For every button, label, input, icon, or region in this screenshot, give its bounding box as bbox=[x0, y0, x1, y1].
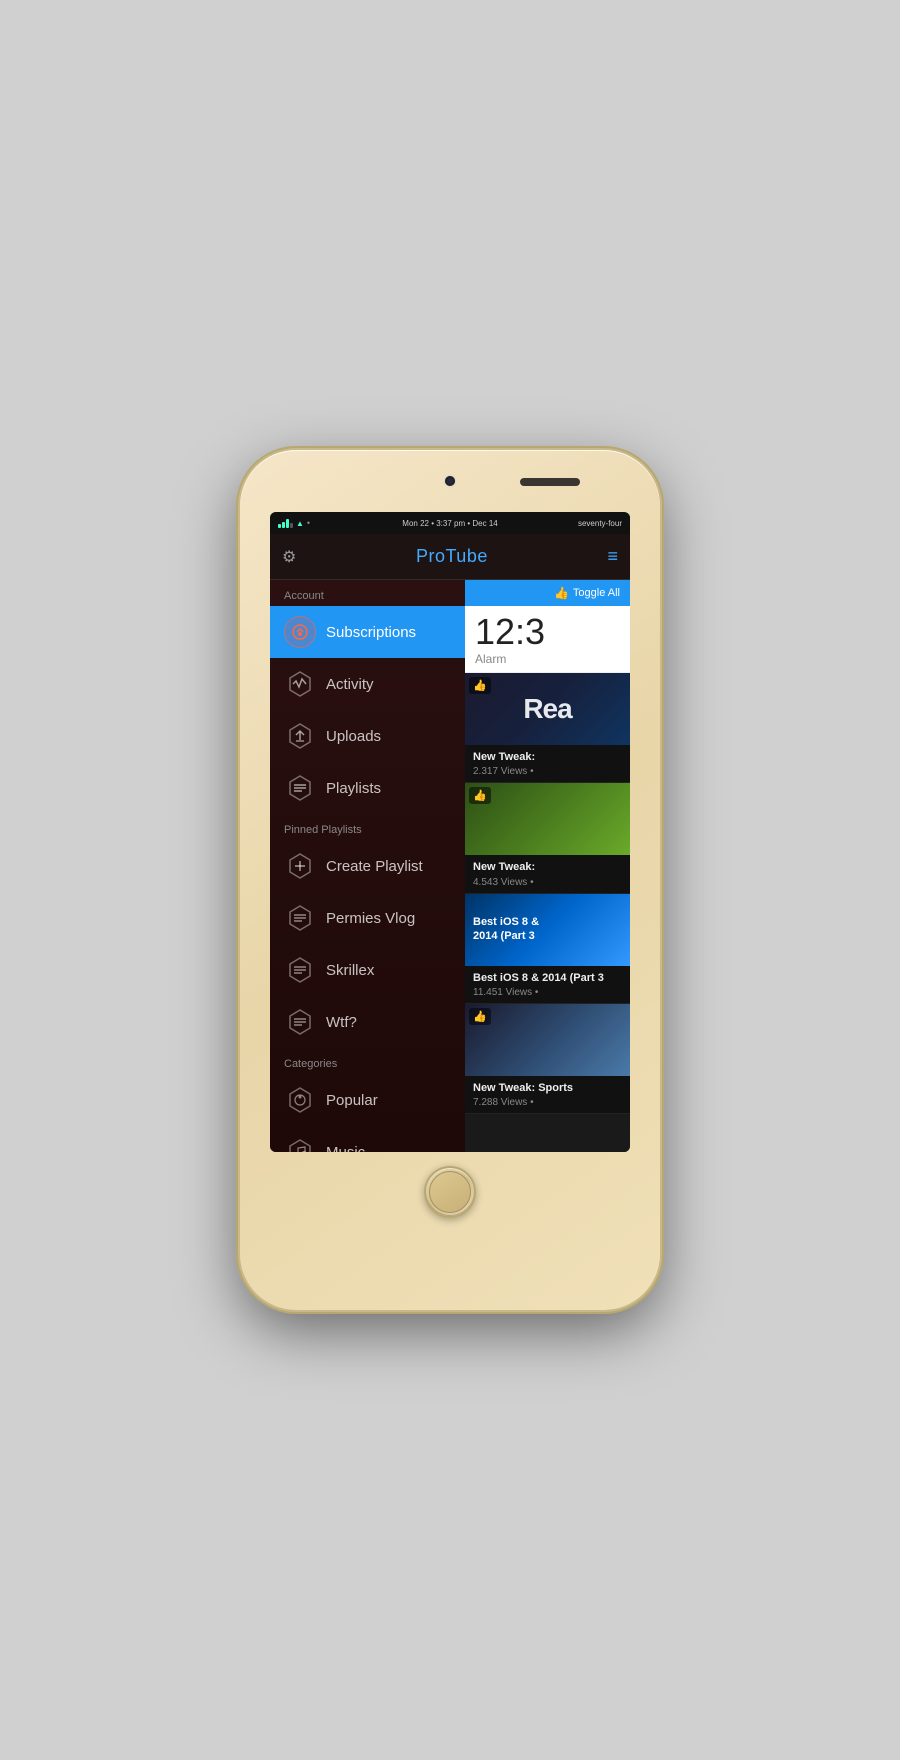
signal-strength bbox=[278, 519, 293, 528]
video-title-1: New Tweak: bbox=[473, 750, 622, 764]
subscriptions-icon bbox=[284, 616, 316, 648]
video-card-4[interactable]: 👍 New Tweak: Sports 7.288 Views • bbox=[465, 1004, 630, 1114]
playlists-label: Playlists bbox=[326, 780, 381, 797]
video-thumb-4: 👍 bbox=[465, 1004, 630, 1076]
like-badge-2: 👍 bbox=[469, 787, 491, 804]
video-card-2[interactable]: 👍 New Tweak: 4.543 Views • bbox=[465, 783, 630, 893]
video-meta-1: 2.317 Views • bbox=[473, 766, 622, 777]
permies-vlog-icon bbox=[284, 902, 316, 934]
like-badge-1: 👍 bbox=[469, 677, 491, 694]
hamburger-menu-icon[interactable]: ≡ bbox=[607, 546, 618, 567]
earpiece bbox=[520, 478, 580, 486]
popular-label: Popular bbox=[326, 1092, 378, 1109]
like-icon-1: 👍 bbox=[473, 679, 487, 692]
sidebar-item-music[interactable]: Music bbox=[270, 1126, 465, 1152]
playlists-icon bbox=[284, 772, 316, 804]
phone-device: ▲ • Mon 22 • 3:37 pm • Dec 14 seventy-fo… bbox=[240, 450, 660, 1310]
uploads-icon bbox=[284, 720, 316, 752]
status-bar: ▲ • Mon 22 • 3:37 pm • Dec 14 seventy-fo… bbox=[270, 512, 630, 534]
sidebar-item-playlists[interactable]: Playlists bbox=[270, 762, 465, 814]
clock-widget: 12:3 Alarm bbox=[465, 606, 630, 673]
popular-icon bbox=[284, 1084, 316, 1116]
video-thumb-3: Best iOS 8 &2014 (Part 3 bbox=[465, 894, 630, 966]
settings-icon[interactable]: ⚙ bbox=[282, 547, 296, 567]
app-body: Account Subscriptions bbox=[270, 580, 630, 1152]
status-dot: • bbox=[307, 518, 310, 528]
video-info-4: New Tweak: Sports 7.288 Views • bbox=[465, 1076, 630, 1113]
mag-thumb-text: Rea bbox=[523, 693, 571, 725]
clock-label: Alarm bbox=[475, 652, 620, 666]
uploads-label: Uploads bbox=[326, 728, 381, 745]
sidebar-item-uploads[interactable]: Uploads bbox=[270, 710, 465, 762]
phone-screen: ▲ • Mon 22 • 3:37 pm • Dec 14 seventy-fo… bbox=[270, 512, 630, 1152]
carrier-name: seventy-four bbox=[578, 519, 622, 528]
like-badge-4: 👍 bbox=[469, 1008, 491, 1025]
sidebar-item-activity[interactable]: Activity bbox=[270, 658, 465, 710]
video-meta-4: 7.288 Views • bbox=[473, 1097, 622, 1108]
skrillex-icon bbox=[284, 954, 316, 986]
create-playlist-icon bbox=[284, 850, 316, 882]
clock-time: 12:3 bbox=[475, 614, 620, 650]
like-icon-4: 👍 bbox=[473, 1010, 487, 1023]
video-card-3[interactable]: Best iOS 8 &2014 (Part 3 Best iOS 8 & 20… bbox=[465, 894, 630, 1004]
phone-bottom bbox=[252, 1152, 648, 1218]
sidebar-item-subscriptions[interactable]: Subscriptions bbox=[270, 606, 465, 658]
sidebar: Account Subscriptions bbox=[270, 580, 465, 1152]
sidebar-item-permies-vlog[interactable]: Permies Vlog bbox=[270, 892, 465, 944]
permies-vlog-label: Permies Vlog bbox=[326, 910, 415, 927]
video-thumb-2: 👍 bbox=[465, 783, 630, 855]
account-section-label: Account bbox=[270, 580, 465, 606]
video-info-3: Best iOS 8 & 2014 (Part 3 11.451 Views • bbox=[465, 966, 630, 1003]
video-meta-2: 4.543 Views • bbox=[473, 877, 622, 888]
title-pro: Pro bbox=[416, 546, 446, 566]
title-tube: Tube bbox=[445, 546, 487, 566]
content-panel: 👍 Toggle All 12:3 Alarm 👍 Rea bbox=[465, 580, 630, 1152]
front-camera bbox=[445, 476, 455, 486]
video-title-3: Best iOS 8 & 2014 (Part 3 bbox=[473, 971, 622, 985]
video-info-2: New Tweak: 4.543 Views • bbox=[465, 855, 630, 892]
sidebar-item-popular[interactable]: Popular bbox=[270, 1074, 465, 1126]
video-card-1[interactable]: 👍 Rea New Tweak: 2.317 Views • bbox=[465, 673, 630, 783]
video-meta-3: 11.451 Views • bbox=[473, 987, 622, 998]
status-left: ▲ • bbox=[278, 518, 310, 528]
app-title: ProTube bbox=[416, 546, 488, 567]
toggle-all-bar[interactable]: 👍 Toggle All bbox=[465, 580, 630, 606]
ios-thumb-text: Best iOS 8 &2014 (Part 3 bbox=[473, 916, 539, 942]
sidebar-item-create-playlist[interactable]: Create Playlist bbox=[270, 840, 465, 892]
wtf-icon bbox=[284, 1006, 316, 1038]
music-label: Music bbox=[326, 1144, 365, 1153]
phone-top bbox=[252, 468, 648, 508]
video-title-4: New Tweak: Sports bbox=[473, 1081, 622, 1095]
video-thumb-1: 👍 Rea bbox=[465, 673, 630, 745]
toggle-thumb-icon: 👍 bbox=[554, 586, 569, 600]
video-info-1: New Tweak: 2.317 Views • bbox=[465, 745, 630, 782]
wtf-label: Wtf? bbox=[326, 1014, 357, 1031]
sidebar-item-wtf[interactable]: Wtf? bbox=[270, 996, 465, 1048]
activity-icon bbox=[284, 668, 316, 700]
activity-label: Activity bbox=[326, 676, 374, 693]
home-button-inner bbox=[429, 1171, 471, 1213]
app-header: ⚙ ProTube ≡ bbox=[270, 534, 630, 580]
subscriptions-label: Subscriptions bbox=[326, 624, 416, 641]
wifi-icon: ▲ bbox=[296, 519, 304, 528]
pinned-playlists-label: Pinned Playlists bbox=[270, 814, 465, 840]
sidebar-item-skrillex[interactable]: Skrillex bbox=[270, 944, 465, 996]
home-button[interactable] bbox=[424, 1166, 476, 1218]
skrillex-label: Skrillex bbox=[326, 962, 374, 979]
like-icon-2: 👍 bbox=[473, 789, 487, 802]
create-playlist-label: Create Playlist bbox=[326, 858, 423, 875]
status-time: Mon 22 • 3:37 pm • Dec 14 bbox=[402, 519, 497, 528]
music-icon bbox=[284, 1136, 316, 1152]
categories-section-label: Categories bbox=[270, 1048, 465, 1074]
video-title-2: New Tweak: bbox=[473, 860, 622, 874]
toggle-all-label: Toggle All bbox=[573, 587, 620, 599]
